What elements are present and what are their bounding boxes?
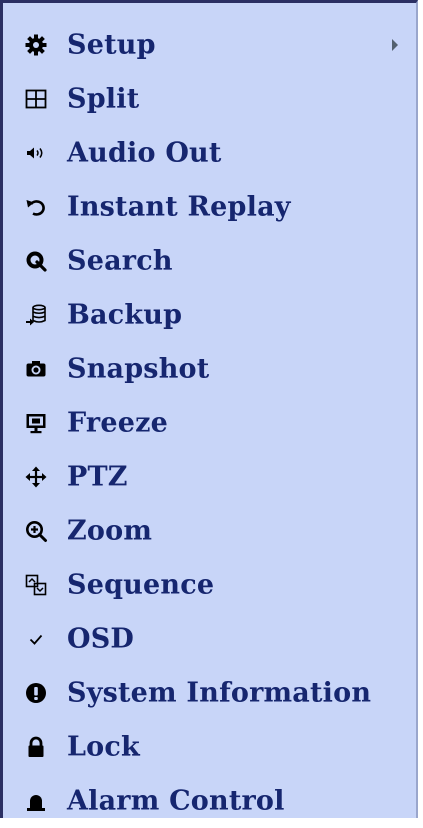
menu-item-freeze[interactable]: Freeze [3,396,416,450]
menu-item-osd[interactable]: OSD [3,612,416,666]
submenu-arrow-icon [392,39,398,51]
split-grid-icon [23,86,49,112]
sequence-icon [23,572,49,598]
zoom-in-icon [23,518,49,544]
menu-item-system-information[interactable]: System Information [3,666,416,720]
replay-arrow-icon [23,194,49,220]
checkmark-icon [23,626,49,652]
menu-item-zoom[interactable]: Zoom [3,504,416,558]
menu-item-label: OSD [67,623,135,655]
menu-item-label: Split [67,83,140,115]
menu-item-label: System Information [67,677,372,709]
info-icon [23,680,49,706]
menu-item-ptz[interactable]: PTZ [3,450,416,504]
menu-item-label: Backup [67,299,183,331]
speaker-icon [23,140,49,166]
menu-item-label: Setup [67,29,156,61]
menu-item-snapshot[interactable]: Snapshot [3,342,416,396]
menu-item-audio-out[interactable]: Audio Out [3,126,416,180]
lock-icon [23,734,49,760]
menu-item-label: Zoom [67,515,153,547]
menu-item-alarm-control[interactable]: Alarm Control [3,774,416,828]
menu-item-label: Alarm Control [67,785,285,817]
backup-database-icon [23,302,49,328]
menu-item-instant-replay[interactable]: Instant Replay [3,180,416,234]
move-arrows-icon [23,464,49,490]
menu-item-setup[interactable]: Setup [3,18,416,72]
search-icon [23,248,49,274]
camera-icon [23,356,49,382]
menu-item-split[interactable]: Split [3,72,416,126]
menu-item-search[interactable]: Search [3,234,416,288]
menu-item-label: Lock [67,731,140,763]
menu-item-label: Snapshot [67,353,210,385]
menu-item-label: Sequence [67,569,215,601]
menu-item-sequence[interactable]: Sequence [3,558,416,612]
alarm-icon [23,788,49,814]
menu-item-backup[interactable]: Backup [3,288,416,342]
context-menu: Setup Split Audio Out Instant Replay Sea… [0,0,418,818]
menu-item-label: Audio Out [67,137,222,169]
gear-icon [23,32,49,58]
menu-item-label: Search [67,245,173,277]
menu-item-label: Instant Replay [67,191,291,223]
monitor-icon [23,410,49,436]
menu-item-label: Freeze [67,407,168,439]
menu-item-lock[interactable]: Lock [3,720,416,774]
menu-item-label: PTZ [67,461,128,493]
